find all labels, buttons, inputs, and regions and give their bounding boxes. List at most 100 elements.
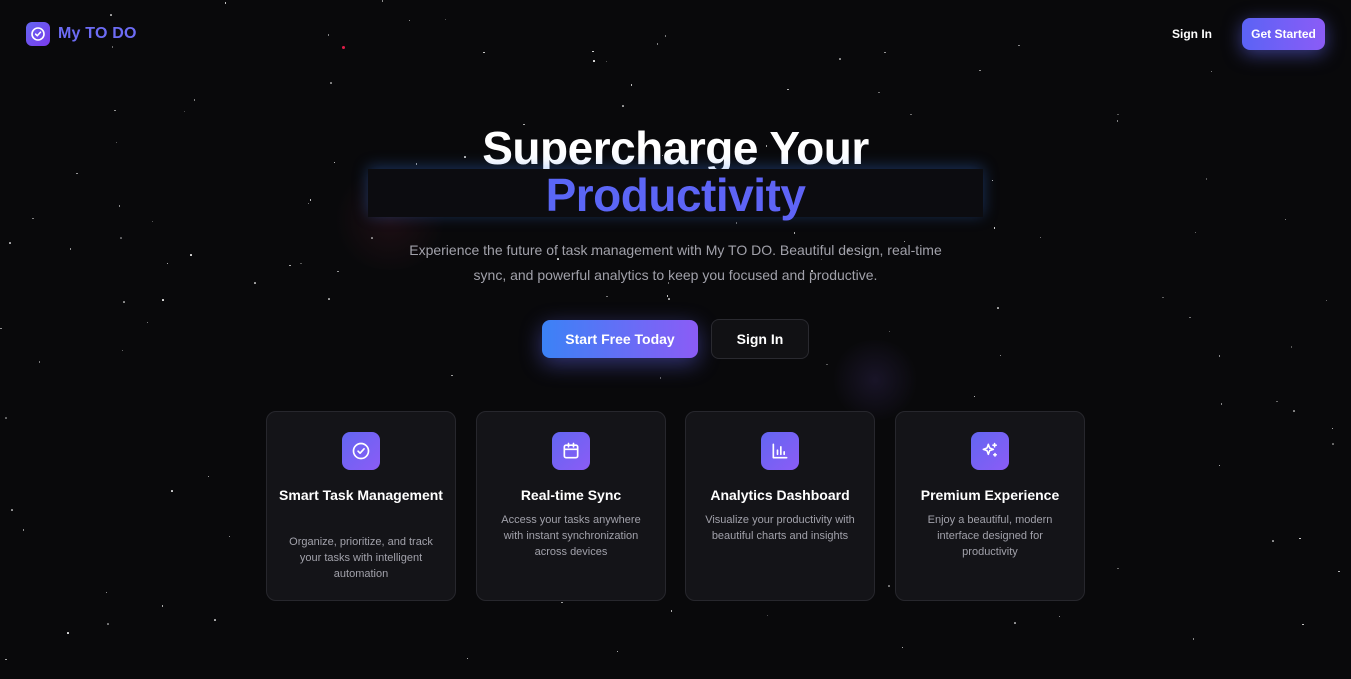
- feature-description: Access your tasks anywhere with instant …: [501, 514, 641, 558]
- star-dot: [1299, 537, 1301, 539]
- star-dot: [910, 113, 912, 115]
- star-dot: [606, 295, 608, 298]
- feature-card-real-time-sync: Real-time Sync Access your tasks anywher…: [476, 411, 666, 601]
- star-dot: [1293, 410, 1295, 412]
- star-dot: [371, 237, 373, 239]
- star-dot: [166, 262, 169, 265]
- star-dot: [766, 614, 769, 617]
- star-dot: [1039, 236, 1041, 239]
- hero-title: Supercharge Your: [482, 122, 869, 174]
- star-dot: [161, 605, 164, 607]
- star-dot: [254, 282, 256, 284]
- star-dot: [1338, 570, 1340, 573]
- nav-get-started-button[interactable]: Get Started: [1242, 18, 1325, 50]
- star-dot: [5, 658, 7, 660]
- start-free-today-button[interactable]: Start Free Today: [542, 320, 698, 358]
- star-dot: [1302, 623, 1304, 626]
- feature-card-smart-task-management: Smart Task Management Organize, prioriti…: [266, 411, 456, 601]
- star-dot: [120, 237, 122, 239]
- hero-subtitle: Experience the future of task management…: [409, 242, 942, 283]
- brand-name: My TO DO: [58, 25, 137, 42]
- feature-title: Premium Experience: [920, 487, 1060, 503]
- star-dot: [171, 490, 173, 492]
- star-dot: [878, 91, 880, 93]
- background-glow: [830, 340, 920, 420]
- star-dot: [888, 585, 890, 587]
- star-dot: [1189, 316, 1191, 319]
- hero-title-accent: Productivity: [0, 169, 1351, 221]
- star-dot: [973, 395, 976, 398]
- star-dot: [114, 109, 116, 112]
- star-dot: [69, 248, 72, 250]
- star-dot: [1331, 427, 1333, 429]
- star-dot: [1117, 113, 1119, 115]
- star-dot: [670, 610, 673, 612]
- feature-title: Smart Task Management: [279, 487, 443, 503]
- star-dot: [997, 307, 999, 309]
- star-dot: [1014, 622, 1016, 624]
- star-dot: [1272, 540, 1274, 542]
- star-dot: [901, 646, 904, 649]
- star-dot: [146, 321, 149, 324]
- star-dot: [162, 299, 164, 301]
- star-dot: [1210, 70, 1213, 73]
- star-dot: [1332, 443, 1334, 445]
- feature-description: Enjoy a beautiful, modern interface desi…: [927, 514, 1053, 558]
- star-dot: [328, 298, 330, 300]
- star-dot: [888, 330, 891, 333]
- star-dot: [466, 657, 468, 660]
- feature-card-analytics-dashboard: Analytics Dashboard Visualize your produ…: [685, 411, 875, 601]
- star-dot: [9, 242, 11, 244]
- star-dot: [1290, 346, 1292, 348]
- bar-chart-icon: [761, 432, 799, 470]
- feature-description: Organize, prioritize, and track your tas…: [289, 536, 433, 580]
- feature-title: Analytics Dashboard: [710, 487, 850, 503]
- brand-logo[interactable]: My TO DO: [26, 22, 137, 46]
- star-dot: [190, 254, 192, 256]
- feature-description: Visualize your productivity with beautif…: [705, 514, 855, 542]
- star-dot: [561, 601, 563, 604]
- check-circle-icon: [342, 432, 380, 470]
- star-dot: [787, 88, 789, 91]
- star-dot: [214, 619, 216, 621]
- star-dot: [228, 535, 231, 538]
- feature-card-premium-experience: Premium Experience Enjoy a beautiful, mo…: [895, 411, 1085, 601]
- star-dot: [666, 295, 669, 297]
- star-dot: [979, 69, 981, 71]
- star-dot: [1220, 403, 1223, 405]
- star-dot: [207, 475, 210, 478]
- star-dot: [735, 222, 738, 224]
- star-dot: [0, 327, 2, 330]
- star-dot: [1218, 355, 1221, 357]
- star-dot: [630, 84, 633, 86]
- star-dot: [826, 363, 828, 366]
- star-dot: [1162, 296, 1164, 299]
- top-navigation: My TO DO Sign In Get Started: [0, 0, 1351, 68]
- star-dot: [300, 262, 302, 264]
- hero-sign-in-button[interactable]: Sign In: [711, 319, 809, 359]
- star-dot: [999, 354, 1002, 357]
- star-dot: [1325, 299, 1328, 302]
- star-dot: [22, 529, 24, 531]
- star-dot: [107, 623, 109, 625]
- star-dot: [1276, 400, 1278, 403]
- star-dot: [193, 99, 195, 101]
- nav-sign-in-button[interactable]: Sign In: [1160, 23, 1224, 45]
- star-dot: [67, 632, 69, 634]
- star-dot: [289, 264, 291, 267]
- sparkles-icon: [971, 432, 1009, 470]
- star-dot: [1058, 615, 1061, 618]
- star-dot: [38, 361, 41, 363]
- star-dot: [5, 417, 7, 419]
- star-dot: [183, 110, 186, 113]
- star-dot: [451, 374, 453, 376]
- star-dot: [121, 349, 124, 352]
- star-dot: [105, 591, 108, 593]
- star-dot: [123, 301, 125, 303]
- star-dot: [993, 227, 996, 229]
- star-dot: [151, 220, 154, 223]
- star-dot: [1117, 567, 1119, 569]
- star-dot: [337, 270, 339, 273]
- star-dot: [622, 105, 624, 107]
- star-dot: [659, 377, 662, 379]
